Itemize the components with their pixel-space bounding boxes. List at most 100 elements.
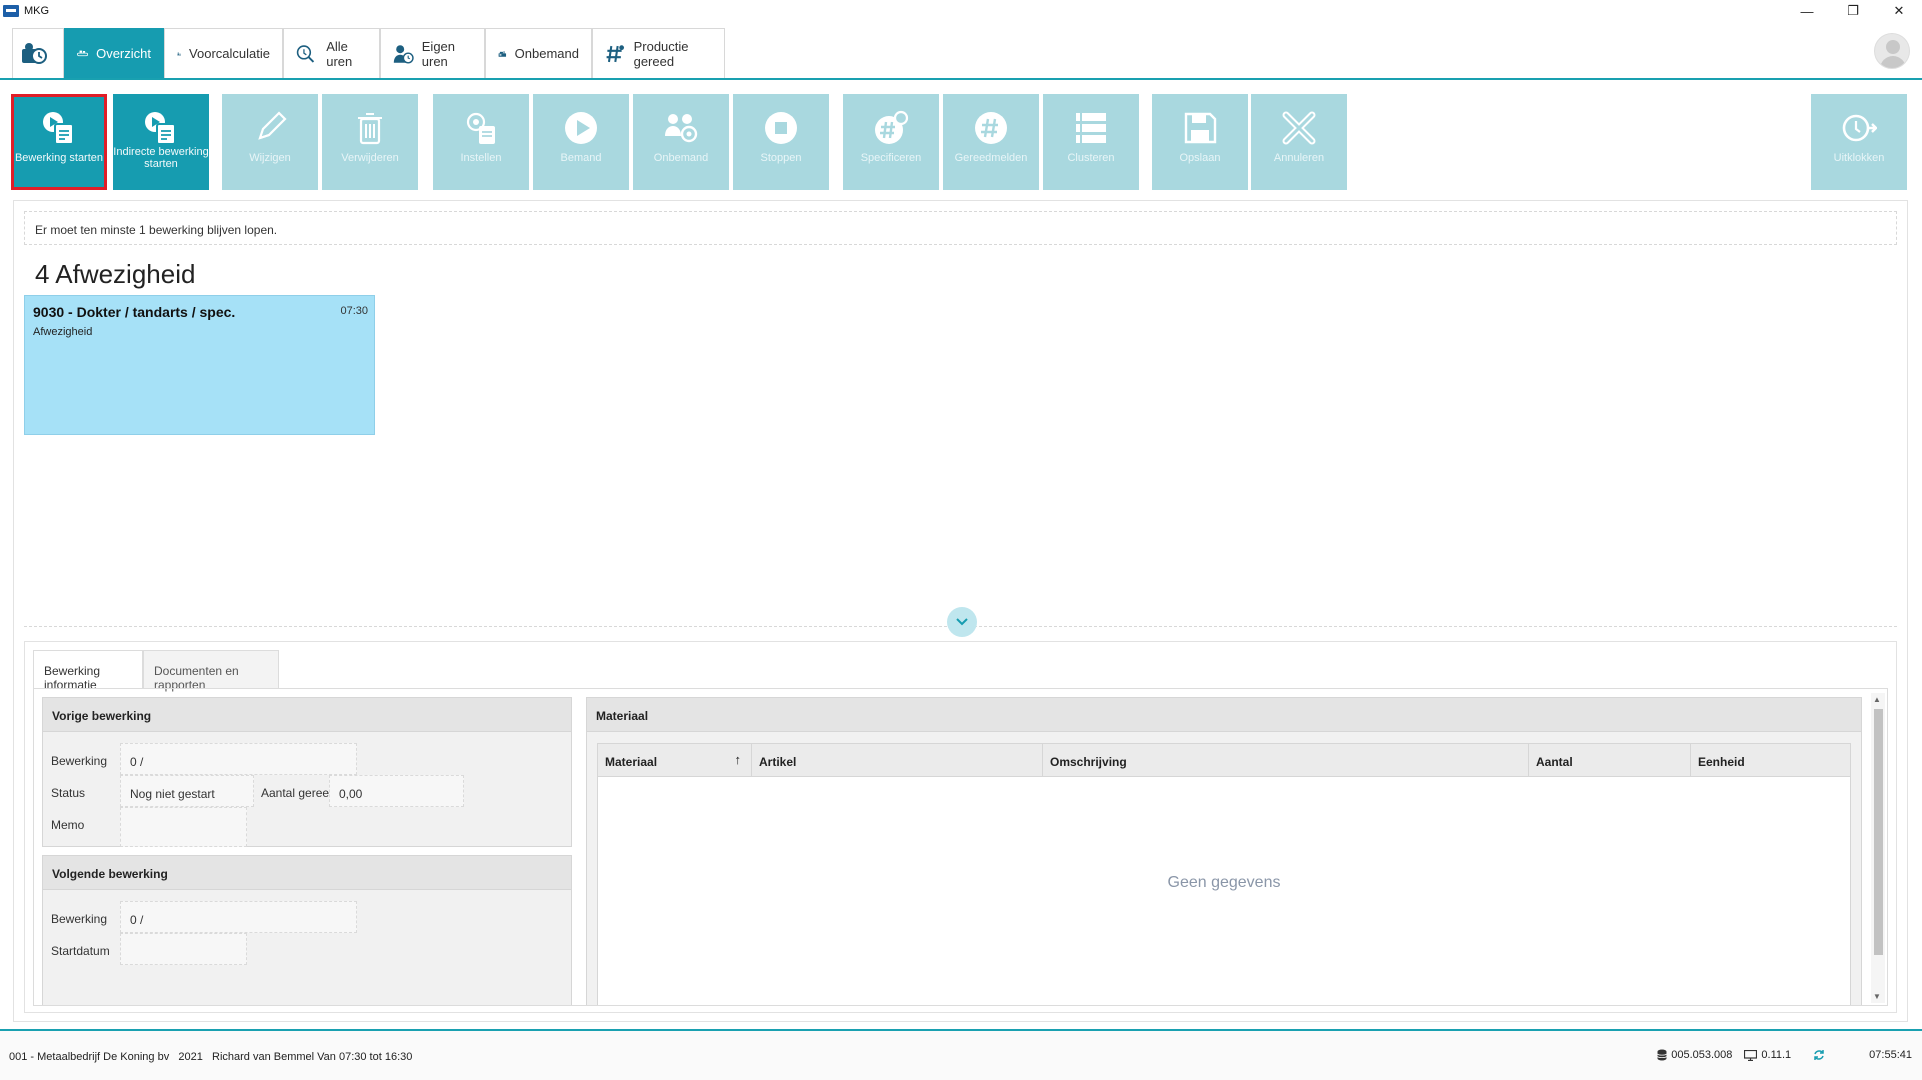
clock-out-icon	[1842, 114, 1877, 142]
memo-field	[120, 807, 247, 847]
stoppen-button[interactable]: Stoppen	[733, 94, 829, 190]
details-panel: Bewerking informatie Documenten en rappo…	[24, 641, 1897, 1013]
card-time: 07:30	[340, 305, 368, 317]
specificeren-button[interactable]: Specificeren	[843, 94, 939, 190]
column-omschrijving[interactable]: Omschrijving	[1043, 744, 1529, 777]
status-label: Status	[51, 786, 86, 800]
onbemand-button[interactable]: Onbemand	[633, 94, 729, 190]
aantal-gereed-label: Aantal gereed	[261, 786, 336, 800]
button-label: Indirecte bewerking starten	[113, 146, 209, 170]
operation-card[interactable]: 9030 - Dokter / tandarts / spec. Afwezig…	[24, 295, 375, 435]
startdatum-field	[120, 933, 247, 965]
instellen-button[interactable]: Instellen	[433, 94, 529, 190]
opslaan-button[interactable]: Opslaan	[1152, 94, 1248, 190]
clock: 07:55:41	[1869, 1049, 1912, 1061]
bemand-button[interactable]: Bemand	[533, 94, 629, 190]
button-label: Instellen	[460, 152, 502, 164]
button-label: Stoppen	[760, 152, 802, 164]
uitklokken-button[interactable]: Uitklokken	[1811, 94, 1907, 190]
tab-clock-home[interactable]	[12, 28, 64, 78]
db-version-text: 005.053.008	[1671, 1049, 1733, 1061]
button-label: Bewerking starten	[14, 152, 104, 164]
gereedmelden-button[interactable]: Gereedmelden	[943, 94, 1039, 190]
status-field: Nog niet gestart	[120, 775, 254, 807]
tab-voorcalculatie[interactable]: Voorcalculatie	[164, 28, 283, 78]
window-controls: — ❐ ✕	[1784, 0, 1922, 22]
chevron-down-icon	[956, 618, 968, 626]
tab-label: Alle uren	[326, 38, 353, 69]
conveyor-icon	[77, 50, 89, 56]
refresh-icon	[1814, 1050, 1824, 1060]
play-document-icon	[145, 112, 176, 145]
tab-productie-gereed[interactable]: Productie gereed	[592, 28, 725, 78]
app-logo-icon	[3, 5, 19, 17]
client-version: 0.11.1	[1744, 1049, 1791, 1061]
button-label: Onbemand	[653, 152, 709, 164]
status-session-info: 001 - Metaalbedrijf De Koning bv 2021 Ri…	[9, 1051, 413, 1063]
refresh-button[interactable]	[1813, 1049, 1829, 1061]
stop-circle-icon	[765, 112, 797, 144]
aantal-gereed-field: 0,00	[329, 775, 464, 807]
bewerking-starten-button[interactable]: Bewerking starten	[11, 94, 107, 190]
vorige-bewerking-section: Vorige bewerking Bewerking 0 / Status No…	[42, 697, 572, 847]
button-label: Specificeren	[860, 152, 922, 164]
wijzigen-button[interactable]: Wijzigen	[222, 94, 318, 190]
column-aantal[interactable]: Aantal	[1529, 744, 1691, 777]
column-artikel[interactable]: Artikel	[752, 744, 1043, 777]
verwijderen-button[interactable]: Verwijderen	[322, 94, 418, 190]
hash-person-icon	[606, 44, 625, 62]
expand-button[interactable]	[947, 607, 977, 637]
status-right: 005.053.008 0.11.1 07:55:41	[1645, 1049, 1912, 1061]
vertical-scrollbar[interactable]: ▲ ▼	[1871, 693, 1885, 1003]
scroll-down-icon[interactable]: ▼	[1873, 992, 1881, 1001]
cluster-icon	[1076, 113, 1106, 143]
button-label: Bemand	[560, 152, 602, 164]
column-eenheid[interactable]: Eenheid	[1691, 744, 1850, 777]
button-label: Wijzigen	[249, 152, 291, 164]
bewerking-field: 0 /	[120, 743, 357, 775]
sort-ascending-icon: ↑	[734, 752, 742, 767]
button-label: Verwijderen	[341, 152, 399, 164]
person-clock-icon	[393, 44, 414, 64]
notice-message: Er moet ten minste 1 bewerking blijven l…	[24, 211, 1897, 245]
close-button[interactable]: ✕	[1876, 0, 1922, 22]
play-circle-icon	[565, 112, 597, 144]
column-label: Materiaal	[605, 755, 658, 769]
db-version: 005.053.008	[1657, 1049, 1732, 1061]
tab-alle-uren[interactable]: Alle uren	[283, 28, 380, 78]
button-label: Annuleren	[1273, 152, 1325, 164]
button-label: Clusteren	[1067, 152, 1115, 164]
tab-overzicht[interactable]: Overzicht	[64, 28, 164, 78]
people-gear-icon	[665, 114, 698, 143]
bewerking-field: 0 /	[120, 901, 357, 933]
tab-bewerking-informatie[interactable]: Bewerking informatie	[33, 650, 143, 692]
column-materiaal[interactable]: Materiaal ↑	[598, 744, 752, 777]
tab-onbemand[interactable]: Onbemand	[485, 28, 592, 78]
card-subtitle: Afwezigheid	[33, 326, 93, 338]
app-title: MKG	[24, 5, 50, 17]
trash-icon	[358, 113, 382, 145]
clusteren-button[interactable]: Clusteren	[1043, 94, 1139, 190]
tab-eigen-uren[interactable]: Eigen uren	[380, 28, 485, 78]
scrollbar-thumb[interactable]	[1874, 709, 1883, 955]
restore-button[interactable]: ❐	[1830, 0, 1876, 22]
section-title: Volgende bewerking	[43, 856, 571, 890]
card-title: 9030 - Dokter / tandarts / spec.	[33, 304, 236, 320]
column-label: Eenheid	[1698, 755, 1745, 769]
scroll-up-icon[interactable]: ▲	[1873, 695, 1881, 704]
tab-documenten-rapporten[interactable]: Documenten en rapporten	[143, 650, 279, 692]
user-avatar[interactable]	[1874, 33, 1910, 69]
tab-label: Voorcalculatie	[189, 46, 270, 61]
machine-icon	[498, 50, 507, 57]
group-title: 4 Afwezigheid	[35, 259, 196, 289]
indirecte-bewerking-starten-button[interactable]: Indirecte bewerking starten	[113, 94, 209, 190]
volgende-bewerking-section: Volgende bewerking Bewerking 0 / Startda…	[42, 855, 572, 1005]
minimize-button[interactable]: —	[1784, 0, 1830, 22]
annuleren-button[interactable]: Annuleren	[1251, 94, 1347, 190]
startdatum-label: Startdatum	[51, 944, 110, 958]
column-label: Aantal	[1536, 755, 1573, 769]
tab-label: Productie gereed	[633, 38, 689, 69]
section-title: Materiaal	[587, 698, 1861, 732]
memo-label: Memo	[51, 818, 85, 832]
title-bar: MKG — ❐ ✕	[0, 0, 1922, 22]
